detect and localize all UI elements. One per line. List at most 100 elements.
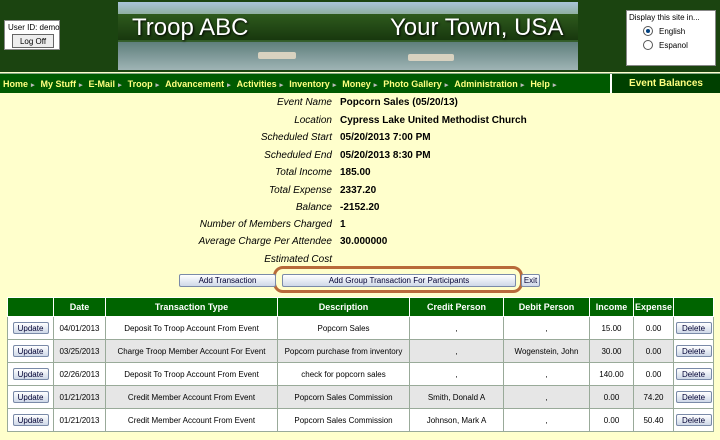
cell-date: 03/25/2013 xyxy=(53,339,106,363)
cell-description: Popcorn Sales Commission xyxy=(277,385,410,409)
detail-row: Scheduled Start 05/20/2013 7:00 PM xyxy=(0,132,720,146)
cell-type: Credit Member Account From Event xyxy=(105,408,278,432)
delete-button[interactable]: Delete xyxy=(675,345,712,357)
update-button[interactable]: Update xyxy=(12,368,49,380)
cell-debit: , xyxy=(503,316,590,340)
cell-debit: , xyxy=(503,362,590,386)
cell-income: 30.00 xyxy=(589,339,634,363)
nav-item-administration[interactable]: Administration xyxy=(451,79,527,89)
exit-button[interactable]: Exit xyxy=(521,274,540,287)
cell-credit: Smith, Donald A xyxy=(409,385,504,409)
nav-item-troop[interactable]: Troop xyxy=(125,79,163,89)
cell-date: 02/26/2013 xyxy=(53,362,106,386)
column-header xyxy=(673,297,714,317)
nav-item-my-stuff[interactable]: My Stuff xyxy=(38,79,86,89)
column-header xyxy=(7,297,54,317)
language-option-english[interactable]: English xyxy=(643,26,713,36)
column-header-date: Date xyxy=(53,297,106,317)
site-header: User ID: demo Log Off Troop ABC Your Tow… xyxy=(0,0,720,72)
cell-income: 15.00 xyxy=(589,316,634,340)
language-prompt: Display this site in... xyxy=(629,13,700,22)
detail-label: Location xyxy=(294,115,332,126)
add-group-transaction-button[interactable]: Add Group Transaction For Participants xyxy=(282,274,516,287)
cell-credit: , xyxy=(409,316,504,340)
nav-item-help[interactable]: Help xyxy=(527,79,559,89)
detail-row: Average Charge Per Attendee 30.000000 xyxy=(0,236,720,250)
nav-item-photo-gallery[interactable]: Photo Gallery xyxy=(380,79,451,89)
cell-type: Credit Member Account From Event xyxy=(105,385,278,409)
update-button[interactable]: Update xyxy=(12,322,49,334)
language-option-label: Espanol xyxy=(659,40,688,50)
cell-date: 01/21/2013 xyxy=(53,408,106,432)
cell-expense: 0.00 xyxy=(633,316,674,340)
cell-description: check for popcorn sales xyxy=(277,362,410,386)
nav-item-money[interactable]: Money xyxy=(339,79,380,89)
cell-type: Deposit To Troop Account From Event xyxy=(105,362,278,386)
cell-debit: , xyxy=(503,408,590,432)
cell-income: 140.00 xyxy=(589,362,634,386)
troop-title: Troop ABC xyxy=(132,14,249,41)
canoe-graphic xyxy=(408,54,454,61)
delete-button[interactable]: Delete xyxy=(675,368,712,380)
user-id-label: User ID: demo xyxy=(8,23,60,32)
language-option-espanol[interactable]: Espanol xyxy=(643,40,713,50)
language-selector: Display this site in... English Espanol xyxy=(626,10,716,66)
column-header-type: Transaction Type xyxy=(105,297,278,317)
detail-label: Event Name xyxy=(276,97,332,108)
detail-label: Scheduled Start xyxy=(260,132,332,143)
nav-item-home[interactable]: Home xyxy=(0,79,38,89)
update-button[interactable]: Update xyxy=(12,414,49,426)
column-header-description: Description xyxy=(277,297,410,317)
column-header-income: Income xyxy=(589,297,634,317)
cell-debit: Wogenstein, John xyxy=(503,339,590,363)
detail-label: Scheduled End xyxy=(264,150,332,161)
nav-item-activities[interactable]: Activities xyxy=(234,79,287,89)
nav-item-inventory[interactable]: Inventory xyxy=(286,79,339,89)
log-off-button[interactable]: Log Off xyxy=(12,34,54,48)
detail-row: Scheduled End 05/20/2013 8:30 PM xyxy=(0,150,720,164)
main-nav: Home My Stuff E-Mail Troop Advancement A… xyxy=(0,73,720,93)
delete-button[interactable]: Delete xyxy=(675,414,712,426)
canoe-graphic xyxy=(258,52,296,59)
table-row: Update 03/25/2013 Charge Troop Member Ac… xyxy=(7,339,714,363)
user-box: User ID: demo Log Off xyxy=(4,20,60,50)
detail-value: 185.00 xyxy=(340,167,371,178)
transactions-table: Date Transaction Type Description Credit… xyxy=(7,297,714,432)
cell-credit: , xyxy=(409,339,504,363)
cell-expense: 0.00 xyxy=(633,362,674,386)
nav-item-advancement[interactable]: Advancement xyxy=(162,79,234,89)
radio-selected-icon[interactable] xyxy=(643,26,653,36)
table-row: Update 01/21/2013 Credit Member Account … xyxy=(7,408,714,432)
detail-label: Estimated Cost xyxy=(264,254,332,265)
detail-row: Total Income 185.00 xyxy=(0,167,720,181)
cell-income: 0.00 xyxy=(589,408,634,432)
detail-row: Event Name Popcorn Sales (05/20/13) xyxy=(0,97,720,111)
cell-expense: 0.00 xyxy=(633,339,674,363)
detail-label: Total Expense xyxy=(268,185,332,196)
delete-button[interactable]: Delete xyxy=(675,391,712,403)
town-title: Your Town, USA xyxy=(390,14,564,41)
detail-value: 2337.20 xyxy=(340,185,377,196)
cell-description: Popcorn Sales xyxy=(277,316,410,340)
cell-credit: , xyxy=(409,362,504,386)
nav-item-email[interactable]: E-Mail xyxy=(86,79,125,89)
radio-unselected-icon[interactable] xyxy=(643,40,653,50)
cell-description: Popcorn Sales Commission xyxy=(277,408,410,432)
page-title: Event Balances xyxy=(610,74,720,93)
cell-date: 01/21/2013 xyxy=(53,385,106,409)
detail-value: Popcorn Sales (05/20/13) xyxy=(340,97,458,108)
detail-value: 30.000000 xyxy=(340,236,388,247)
add-transaction-button[interactable]: Add Transaction xyxy=(179,274,276,287)
cell-income: 0.00 xyxy=(589,385,634,409)
detail-value: 1 xyxy=(340,219,346,230)
detail-label: Number of Members Charged xyxy=(199,219,332,230)
table-row: Update 01/21/2013 Credit Member Account … xyxy=(7,385,714,409)
delete-button[interactable]: Delete xyxy=(675,322,712,334)
cell-debit: , xyxy=(503,385,590,409)
cell-date: 04/01/2013 xyxy=(53,316,106,340)
update-button[interactable]: Update xyxy=(12,391,49,403)
table-row: Update 02/26/2013 Deposit To Troop Accou… xyxy=(7,362,714,386)
cell-expense: 50.40 xyxy=(633,408,674,432)
update-button[interactable]: Update xyxy=(12,345,49,357)
detail-label: Average Charge Per Attendee xyxy=(198,236,332,247)
